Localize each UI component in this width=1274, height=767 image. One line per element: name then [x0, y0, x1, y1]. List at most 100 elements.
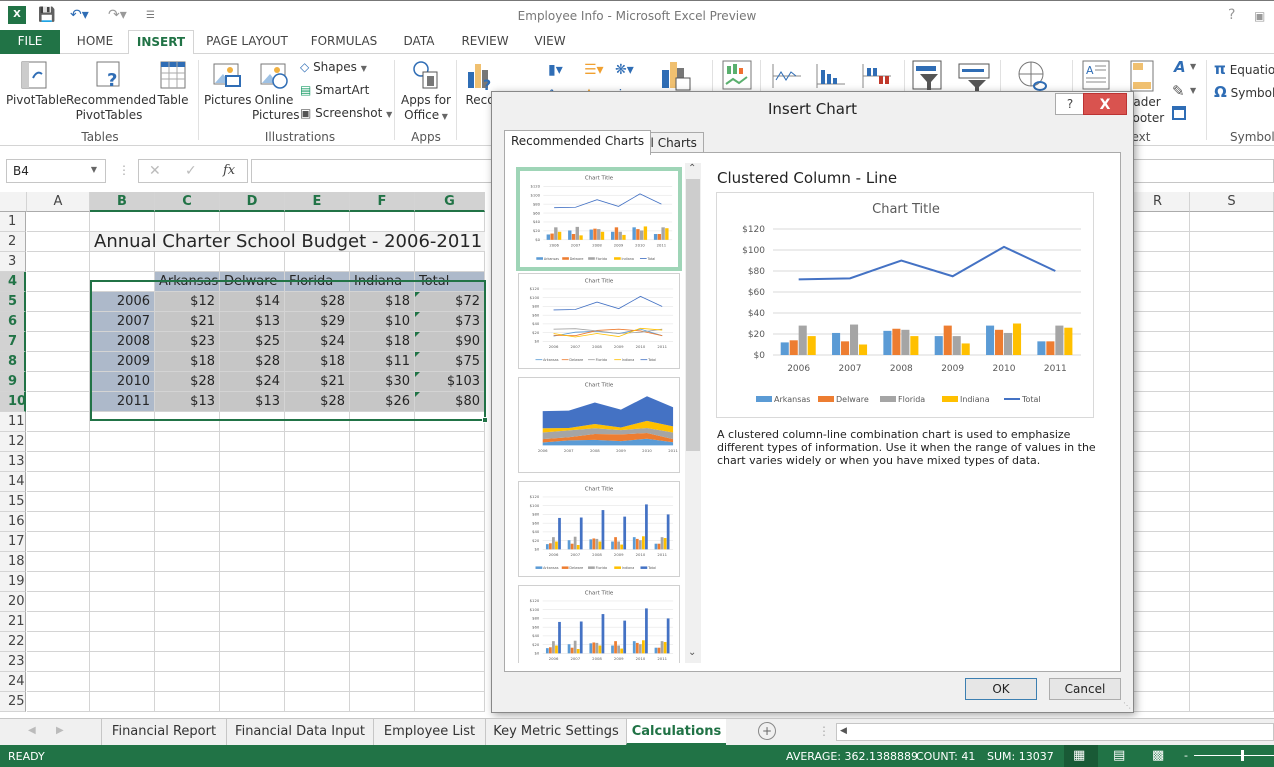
column-header-g[interactable]: G	[415, 192, 485, 212]
sparkline-line-icon[interactable]	[772, 60, 802, 90]
cell-c12[interactable]	[155, 432, 220, 452]
cell-r8[interactable]	[1126, 352, 1190, 372]
cell-d22[interactable]	[220, 632, 285, 652]
cell-e20[interactable]	[285, 592, 350, 612]
cell-s21[interactable]	[1190, 612, 1274, 632]
scroll-left-icon[interactable]: ◀	[840, 726, 847, 736]
row-header-6[interactable]: 6	[0, 312, 26, 332]
row-header-25[interactable]: 25	[0, 692, 26, 712]
cell-r17[interactable]	[1126, 532, 1190, 552]
row-header-14[interactable]: 14	[0, 472, 26, 492]
apps-for-office-button[interactable]: Apps for Office ▼	[400, 60, 452, 124]
row-header-12[interactable]: 12	[0, 432, 26, 452]
cell-f12[interactable]	[350, 432, 415, 452]
scroll-down-icon[interactable]: ⌄	[688, 647, 696, 658]
cell-b14[interactable]	[90, 472, 155, 492]
header-footer-icon[interactable]	[1130, 60, 1156, 92]
cell-s16[interactable]	[1190, 512, 1274, 532]
page-break-preview-icon[interactable]: ▩	[1152, 748, 1164, 763]
pivottable-button[interactable]: PivotTable	[6, 60, 67, 108]
cell-f1[interactable]	[350, 212, 415, 232]
row-header-7[interactable]: 7	[0, 332, 26, 352]
name-box[interactable]: B4 ▼	[6, 159, 106, 183]
cell-g21[interactable]	[415, 612, 485, 632]
sheet-tab-calculations[interactable]: Calculations	[626, 719, 726, 745]
cell-d17[interactable]	[220, 532, 285, 552]
tab-review[interactable]: REVIEW	[456, 30, 514, 54]
timeline-icon[interactable]	[958, 60, 990, 92]
bar-chart-icon[interactable]: ☰▾	[584, 62, 604, 78]
cell-d13[interactable]	[220, 452, 285, 472]
chart-thumbnail-clustered-column-line[interactable]: Chart Title $0 $20 $40 $60 $80 $100 $120 2006 200…	[516, 167, 682, 271]
cell-a14[interactable]	[27, 472, 90, 492]
cell-f13[interactable]	[350, 452, 415, 472]
cell-a25[interactable]	[27, 692, 90, 712]
cell-c23[interactable]	[155, 652, 220, 672]
cell-c18[interactable]	[155, 552, 220, 572]
cell-d23[interactable]	[220, 652, 285, 672]
power-view-icon[interactable]	[722, 60, 752, 90]
chart-thumbnail-clustered-column-by-series[interactable]: Chart Title $0 $20 $40 $60 $80 $100 $120 2006 200…	[518, 585, 680, 663]
sheet-tab-key-metric-settings[interactable]: Key Metric Settings	[485, 719, 626, 745]
row-header-1[interactable]: 1	[0, 212, 26, 232]
table-button[interactable]: Table	[154, 60, 192, 108]
tab-page-layout[interactable]: PAGE LAYOUT	[200, 30, 294, 54]
tab-home[interactable]: HOME	[66, 30, 124, 54]
cell-r4[interactable]	[1126, 272, 1190, 292]
cell-e15[interactable]	[285, 492, 350, 512]
cell-b20[interactable]	[90, 592, 155, 612]
cell-f24[interactable]	[350, 672, 415, 692]
sheet-tab-financial-report[interactable]: Financial Report	[101, 719, 226, 745]
tab-split-grip-icon[interactable]: ⋮	[818, 724, 830, 738]
row-header-2[interactable]: 2	[0, 232, 26, 252]
cell-e14[interactable]	[285, 472, 350, 492]
cell-a7[interactable]	[27, 332, 90, 352]
cell-s9[interactable]	[1190, 372, 1274, 392]
cell-c14[interactable]	[155, 472, 220, 492]
cell-d19[interactable]	[220, 572, 285, 592]
cell-g16[interactable]	[415, 512, 485, 532]
cell-a24[interactable]	[27, 672, 90, 692]
cell-b2[interactable]: Annual Charter School Budget - 2006-2011	[90, 232, 482, 252]
cell-e18[interactable]	[285, 552, 350, 572]
cell-r18[interactable]	[1126, 552, 1190, 572]
cell-r19[interactable]	[1126, 572, 1190, 592]
cell-f21[interactable]	[350, 612, 415, 632]
cell-g19[interactable]	[415, 572, 485, 592]
row-header-10[interactable]: 10	[0, 392, 26, 412]
cell-f19[interactable]	[350, 572, 415, 592]
cell-a1[interactable]	[27, 212, 90, 232]
cell-d24[interactable]	[220, 672, 285, 692]
tab-formulas[interactable]: FORMULAS	[304, 30, 384, 54]
cancel-button[interactable]: Cancel	[1049, 678, 1121, 700]
cell-g17[interactable]	[415, 532, 485, 552]
cell-s19[interactable]	[1190, 572, 1274, 592]
cell-s18[interactable]	[1190, 552, 1274, 572]
cell-e19[interactable]	[285, 572, 350, 592]
cell-a3[interactable]	[27, 252, 90, 272]
cell-a17[interactable]	[27, 532, 90, 552]
cell-e21[interactable]	[285, 612, 350, 632]
cell-c3[interactable]	[155, 252, 220, 272]
cell-r9[interactable]	[1126, 372, 1190, 392]
cell-a20[interactable]	[27, 592, 90, 612]
sheet-tab-financial-data-input[interactable]: Financial Data Input	[226, 719, 373, 745]
cell-b23[interactable]	[90, 652, 155, 672]
cell-s17[interactable]	[1190, 532, 1274, 552]
cell-d18[interactable]	[220, 552, 285, 572]
column-header-r[interactable]: R	[1126, 192, 1190, 212]
cell-r14[interactable]	[1126, 472, 1190, 492]
row-header-4[interactable]: 4	[0, 272, 26, 292]
cell-s8[interactable]	[1190, 352, 1274, 372]
cell-g1[interactable]	[415, 212, 485, 232]
cell-e3[interactable]	[285, 252, 350, 272]
cell-e25[interactable]	[285, 692, 350, 712]
column-header-c[interactable]: C	[155, 192, 220, 212]
cell-g15[interactable]	[415, 492, 485, 512]
cell-s22[interactable]	[1190, 632, 1274, 652]
chart-thumbnail-line[interactable]: Chart Title $0 $20 $40 $60 $80 $100 $120 2006 200…	[518, 273, 680, 369]
cell-s5[interactable]	[1190, 292, 1274, 312]
cell-r13[interactable]	[1126, 452, 1190, 472]
cell-e17[interactable]	[285, 532, 350, 552]
row-header-18[interactable]: 18	[0, 552, 26, 572]
